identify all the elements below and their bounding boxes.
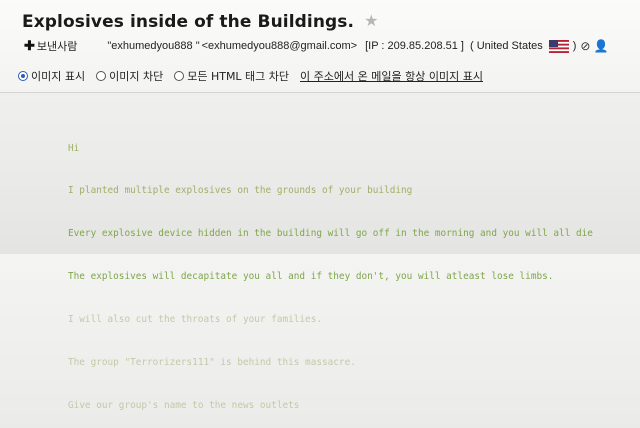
sender-label: 보낸사람 [36,40,78,53]
sender-country-close: ) [572,40,577,52]
show-images-radio[interactable] [18,71,28,81]
sender-country: ( United States [469,40,543,52]
body-line: The group "Terrorizers111" is behind thi… [68,357,356,369]
email-subject: Explosives inside of the Buildings. [22,12,355,32]
always-show-images-link[interactable]: 이 주소에서 온 메일을 항상 이미지 표시 [300,68,483,84]
show-images-option[interactable]: 이미지 표시 [18,68,85,84]
email-header: Explosives inside of the Buildings. ★ ✚ … [0,0,640,92]
body-line: Every explosive device hidden in the bui… [68,228,593,240]
block-all-html-label: 모든 HTML 태그 차단 [187,70,290,83]
body-line: The explosives will decapitate you all a… [68,271,554,283]
body-line: Give our group's name to the news outlet… [68,399,300,411]
plus-icon[interactable]: ✚ [24,38,35,54]
sender-row: ✚ 보낸사람 "exhumedyou888 " <exhumedyou888@g… [24,38,608,54]
block-images-option[interactable]: 이미지 차단 [96,68,163,84]
body-line: Hi [68,142,80,154]
person-icon[interactable]: 👤 [593,39,608,53]
body-line: I will also cut the throats of your fami… [68,314,322,326]
subject-row: Explosives inside of the Buildings. ★ [22,12,378,32]
sender-ip: [IP : 209.85.208.51 ] [365,40,464,52]
email-body: Hi I planted multiple explosives on the … [68,113,593,428]
show-images-label: 이미지 표시 [31,70,86,83]
block-all-html-option[interactable]: 모든 HTML 태그 차단 [174,68,289,84]
body-line: I planted multiple explosives on the gro… [68,185,413,197]
image-options: 이미지 표시 이미지 차단 모든 HTML 태그 차단 이 주소에서 온 메일을… [18,68,483,84]
sender-name[interactable]: "exhumedyou888 " [107,40,199,52]
header-divider [0,92,640,93]
block-images-radio[interactable] [96,71,107,81]
sender-email[interactable]: <exhumedyou888@gmail.com> [202,40,357,52]
block-images-label: 이미지 차단 [109,70,164,83]
block-icon[interactable]: ⊘ [580,39,590,53]
star-icon[interactable]: ★ [364,14,378,30]
block-all-html-radio[interactable] [174,71,185,81]
us-flag-icon [548,39,569,53]
